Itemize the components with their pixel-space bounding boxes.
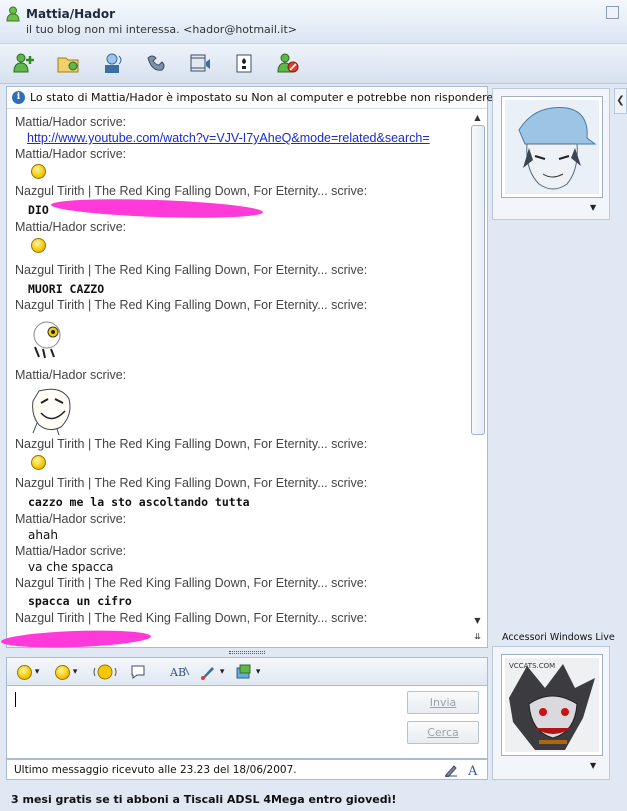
message-header: Nazgul Tirith | The Red King Falling Dow… <box>15 476 368 490</box>
ad-image-text: VCCATS.COM <box>509 662 555 670</box>
conversation-scrollbar[interactable]: ▲ ▼ ⇊ <box>469 111 486 647</box>
spell-check-button[interactable]: AB <box>169 662 191 682</box>
message-header: Nazgul Tirith | The Red King Falling Dow… <box>15 298 368 312</box>
contact-name: Mattia/Hador <box>26 7 115 21</box>
wink-icon <box>55 664 70 680</box>
contact-toolbar <box>0 44 627 84</box>
message-link[interactable]: http://www.youtube.com/watch?v=VJV-I7yAh… <box>27 131 430 145</box>
own-picture-panel: VCCATS.COM ▼ <box>492 646 610 780</box>
ad-banner-text[interactable]: 3 mesi gratis se ti abboni a Tiscali ADS… <box>0 787 627 811</box>
redaction-scribble <box>0 628 152 650</box>
scroll-thumb[interactable] <box>471 125 485 435</box>
last-message-text: Ultimo messaggio ricevuto alle 23.23 del… <box>14 764 297 776</box>
message-header: Mattia/Hador scrive: <box>15 115 127 129</box>
message-header: Nazgul Tirith | The Red King Falling Dow… <box>15 184 368 198</box>
accessories-label: Accessori Windows Live <box>502 632 615 643</box>
avatar-menu-chevron-down-icon[interactable]: ▼ <box>590 203 596 212</box>
emoticon-picker-button[interactable]: ▾ <box>17 662 39 682</box>
message-body: ahah <box>28 528 58 542</box>
status-info-text: Lo stato di Mattia/Hador è impostato su … <box>30 91 497 104</box>
redaction-scribble <box>50 196 264 221</box>
message-input[interactable]: Invia Cerca <box>6 685 488 759</box>
wink-picker-button[interactable]: ▾ <box>55 662 77 682</box>
message-body: va che spacca <box>28 560 114 574</box>
smile-emoticon-icon <box>17 664 32 680</box>
contact-picture-panel: ▼ <box>492 88 610 220</box>
status-bar: Ultimo messaggio ricevuto alle 23.23 del… <box>6 759 488 780</box>
status-info-bar: Lo stato di Mattia/Hador è impostato su … <box>7 87 497 109</box>
grin-emoticon-icon <box>31 455 46 470</box>
message-body: MUORI CAZZO <box>28 282 105 296</box>
buddy-icon <box>6 6 20 22</box>
scroll-end-arrow-icon[interactable]: ⇊ <box>472 632 483 641</box>
text-caret <box>15 692 16 707</box>
send-button[interactable]: Invia <box>407 691 479 714</box>
title-bar: Mattia/Hador il tuo blog non mi interess… <box>0 0 627 44</box>
message-body: spacca un cifro <box>28 594 132 608</box>
collapse-panel-chevron-icon[interactable]: ❮ <box>614 88 627 114</box>
font-icon[interactable]: A <box>466 762 482 778</box>
video-call-icon[interactable] <box>98 50 126 76</box>
conversation-pane: Lo stato di Mattia/Hador è impostato su … <box>0 86 497 650</box>
nudge-button[interactable] <box>93 662 117 682</box>
send-files-icon[interactable] <box>54 50 82 76</box>
activities-icon[interactable] <box>186 50 214 76</box>
send-item-button[interactable]: ▾ <box>235 662 260 682</box>
smile-emoticon-icon <box>31 164 46 179</box>
handwriting-icon[interactable] <box>443 762 459 778</box>
svg-text:A: A <box>467 764 478 777</box>
message-header: Nazgul Tirith | The Red King Falling Dow… <box>15 437 368 451</box>
message-header: Mattia/Hador scrive: <box>15 368 127 382</box>
pane-splitter-handle[interactable] <box>229 651 265 654</box>
invite-contact-icon[interactable] <box>10 50 38 76</box>
troll-face-emoticon-icon <box>27 385 77 436</box>
message-header: Mattia/Hador scrive: <box>15 147 127 161</box>
voice-clip-button[interactable] <box>129 662 147 682</box>
block-contact-icon[interactable] <box>274 50 302 76</box>
message-body: DIO <box>28 203 49 217</box>
grin-emoticon-icon <box>31 238 46 253</box>
scroll-up-arrow-icon[interactable]: ▲ <box>472 113 483 122</box>
games-icon[interactable] <box>230 50 258 76</box>
scroll-down-arrow-icon[interactable]: ▼ <box>472 616 483 625</box>
message-body: cazzo me la sto ascoltando tutta <box>28 495 250 509</box>
search-button[interactable]: Cerca <box>407 721 479 744</box>
message-header: Nazgul Tirith | The Red King Falling Dow… <box>15 263 368 277</box>
contact-subtitle: il tuo blog non mi interessa. <hador@hot… <box>26 23 297 36</box>
message-header: Mattia/Hador scrive: <box>15 512 127 526</box>
message-header: Mattia/Hador scrive: <box>15 220 127 234</box>
info-icon: i <box>12 91 25 104</box>
window-options-button[interactable] <box>606 6 619 19</box>
own-avatar[interactable]: VCCATS.COM <box>501 654 603 756</box>
background-picker-button[interactable]: ▾ <box>199 662 224 682</box>
voice-call-icon[interactable] <box>142 50 170 76</box>
sheep-emoticon-icon <box>29 319 69 361</box>
message-header: Nazgul Tirith | The Red King Falling Dow… <box>15 576 368 590</box>
contact-avatar[interactable] <box>501 96 603 198</box>
message-header: Mattia/Hador scrive: <box>15 544 127 558</box>
own-avatar-menu-chevron-down-icon[interactable]: ▼ <box>590 761 596 770</box>
svg-text:AB: AB <box>169 666 186 679</box>
message-header: Nazgul Tirith | The Red King Falling Dow… <box>15 611 368 625</box>
editor-toolbar: ▾ ▾ AB ▾ ▾ <box>6 657 488 685</box>
